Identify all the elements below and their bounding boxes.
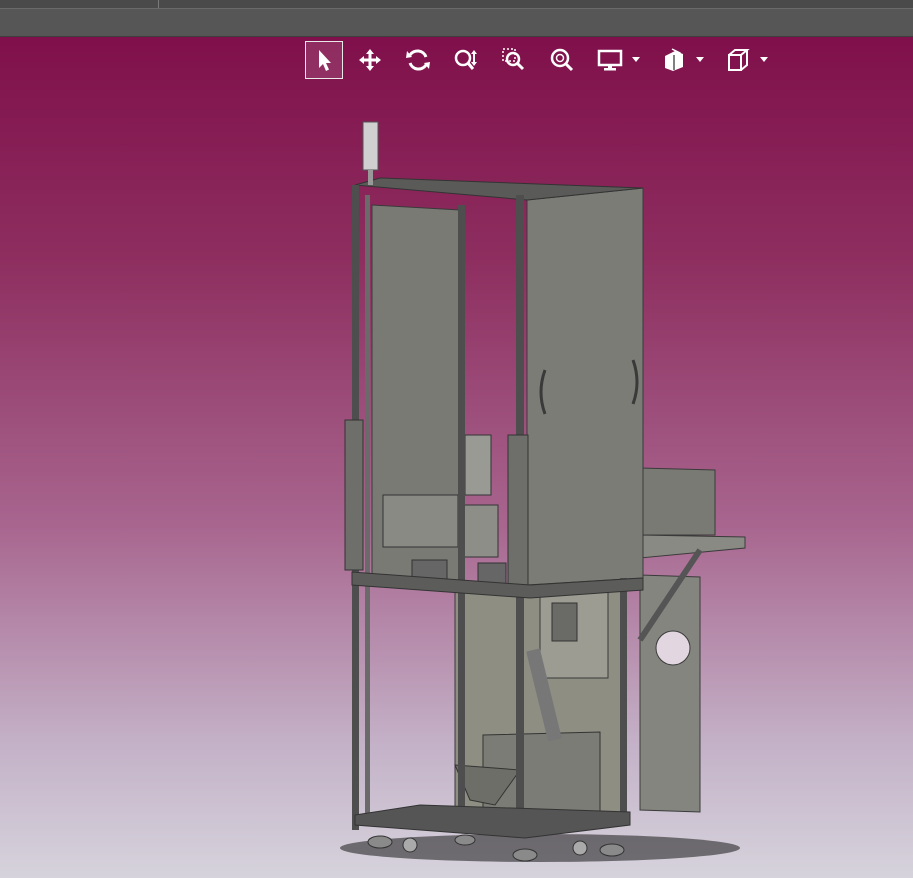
leveling-foot (599, 843, 625, 857)
model-shadow (340, 834, 740, 862)
section-view-group (655, 41, 705, 79)
side-panel-hole (655, 630, 691, 666)
tab-strip (0, 0, 913, 9)
side-conveyor (639, 534, 746, 559)
cylinder-assembly (464, 434, 492, 496)
zoom-fit-button[interactable] (543, 41, 581, 79)
valve-block (551, 602, 578, 642)
chevron-down-icon (632, 57, 640, 62)
chevron-down-icon (696, 57, 704, 62)
zoom-tool-button[interactable] (447, 41, 485, 79)
caster-wheel (572, 840, 588, 856)
caster-wheel (402, 837, 418, 853)
title-bar (0, 0, 913, 37)
frame-post-front-left-inner (365, 195, 370, 825)
rotate-icon (406, 49, 430, 71)
select-tool-button[interactable] (305, 41, 343, 79)
section-view-dropdown[interactable] (695, 41, 705, 79)
section-view-icon (665, 48, 683, 71)
side-bracket-right (507, 434, 529, 586)
3d-viewport[interactable] (0, 37, 913, 878)
signal-tower-pole (368, 170, 373, 185)
side-box (639, 467, 716, 536)
view-orientation-button[interactable] (719, 41, 757, 79)
rotate-tool-button[interactable] (399, 41, 437, 79)
select-arrow-icon (319, 50, 331, 71)
view-orientation-dropdown[interactable] (759, 41, 769, 79)
machine-assembly-model[interactable] (0, 37, 913, 878)
upper-cabinet-side (526, 187, 644, 586)
display-mode-dropdown[interactable] (631, 41, 641, 79)
side-panel (639, 574, 701, 813)
view-orientation-group (719, 41, 769, 79)
view-toolbar (305, 41, 783, 79)
frame-post-back-right (620, 578, 627, 823)
zoom-area-button[interactable] (495, 41, 533, 79)
zoom-in-out-icon (454, 49, 477, 70)
signal-tower (362, 121, 379, 171)
side-bracket-left (344, 419, 364, 571)
view-cube-icon (728, 49, 750, 71)
chevron-down-icon (760, 57, 768, 62)
leveling-foot (512, 848, 538, 862)
zoom-area-icon (502, 48, 525, 71)
pan-move-icon (359, 49, 381, 71)
pan-tool-button[interactable] (351, 41, 389, 79)
spindle-assembly (461, 504, 499, 558)
tab-divider (158, 0, 159, 8)
leveling-foot (367, 835, 393, 849)
section-view-button[interactable] (655, 41, 693, 79)
display-mode-group (591, 41, 641, 79)
display-mode-button[interactable] (591, 41, 629, 79)
leveling-foot (454, 834, 476, 846)
frame-post-middle (458, 205, 465, 825)
interior-box (382, 494, 459, 548)
display-mode-icon (597, 49, 623, 71)
zoom-fit-icon (550, 48, 574, 72)
